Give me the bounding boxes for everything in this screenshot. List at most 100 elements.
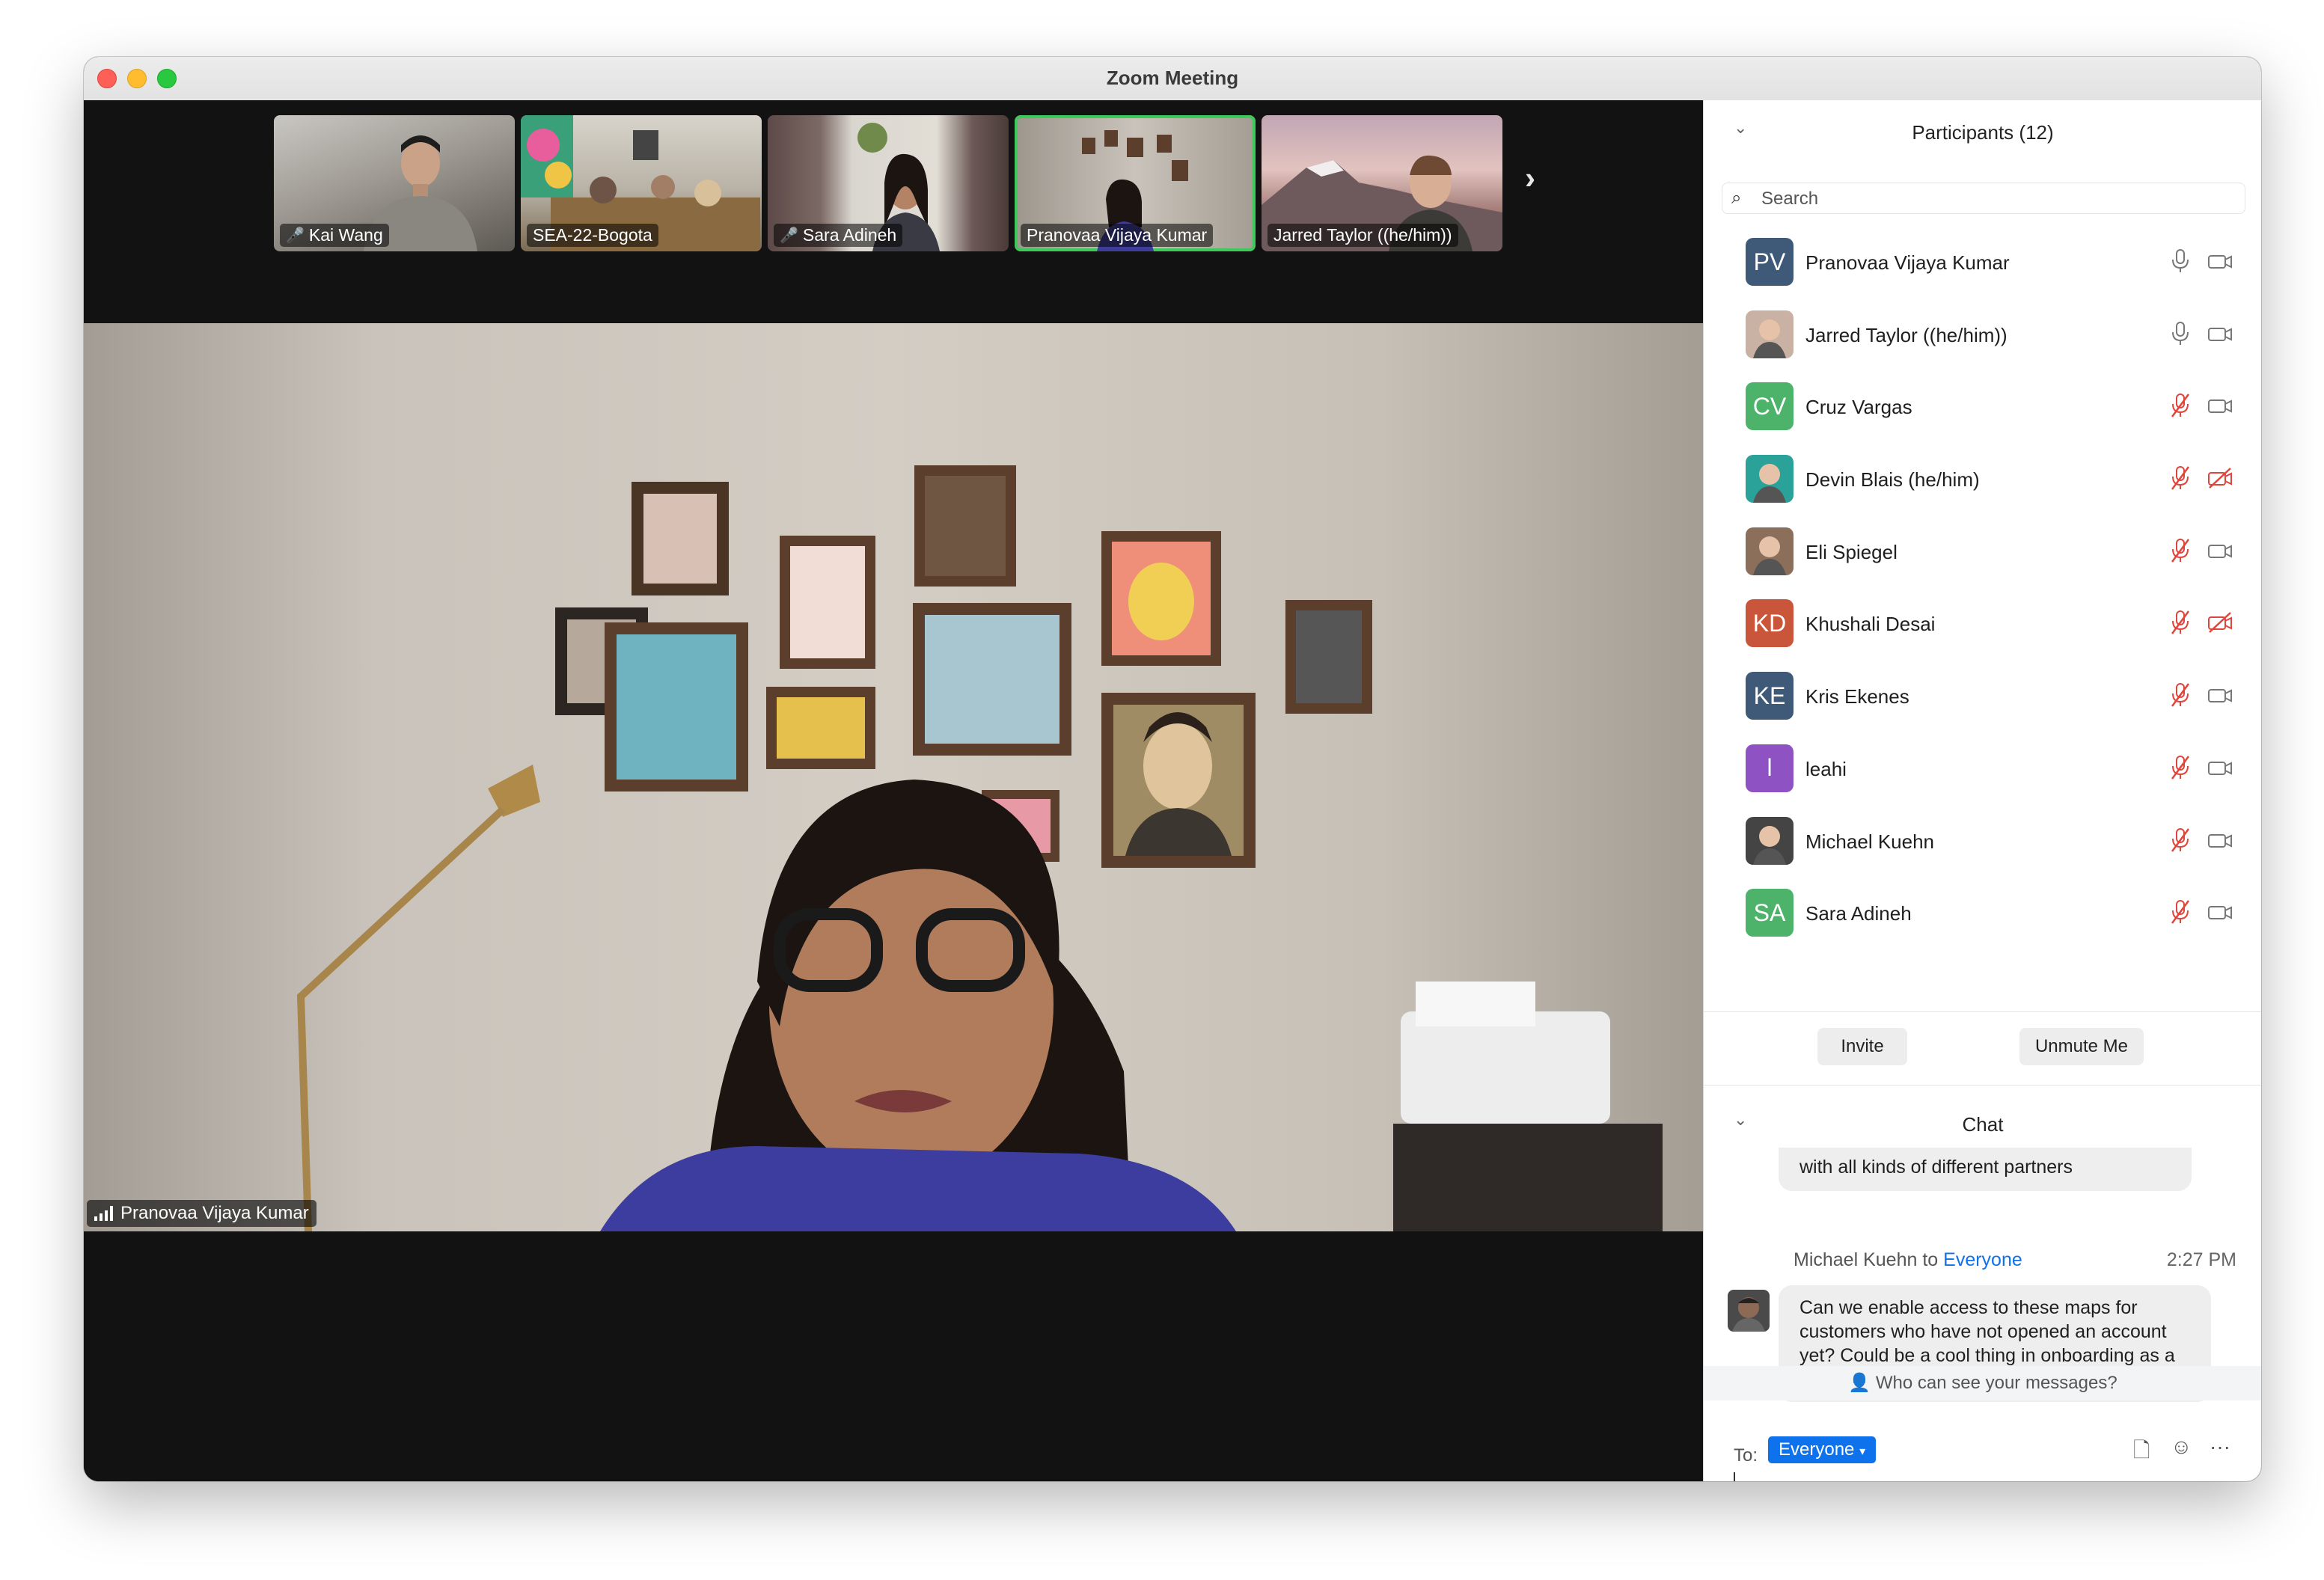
chat-message-bubble: with all kinds of different partners [1779, 1148, 2192, 1191]
thumbnail-name: Kai Wang [308, 225, 383, 245]
avatar: SA [1746, 889, 1794, 937]
thumbnail-name: Pranovaa Vijaya Kumar [1027, 225, 1208, 245]
participant-name: leahi [1805, 757, 1847, 780]
participant-name: Devin Blais (he/him) [1805, 468, 1980, 492]
mic-muted-icon[interactable] [2169, 536, 2192, 565]
recipient-value: Everyone [1779, 1439, 1855, 1460]
avatar: CV [1746, 382, 1794, 431]
thumbnail-video[interactable]: 🎤 Kai Wang [274, 115, 515, 251]
video-off-icon[interactable] [2207, 467, 2233, 489]
mic-muted-icon[interactable] [2169, 464, 2192, 492]
avatar-image [1753, 464, 1786, 503]
participant-row[interactable]: Eli Spiegel [1704, 515, 2261, 588]
participant-row[interactable]: KE Kris Ekenes [1704, 660, 2261, 732]
participant-row[interactable]: SA Sara Adineh [1704, 877, 2261, 949]
participant-search[interactable]: ⌕ [1722, 183, 2245, 214]
active-speaker-label: Pranovaa Vijaya Kumar [87, 1200, 317, 1227]
thumbnail-label: 🎤 Sara Adineh [774, 224, 903, 247]
unmute-me-button[interactable]: Unmute Me [2019, 1028, 2144, 1065]
to-label: To: [1734, 1445, 1758, 1466]
participant-row[interactable]: KD Khushali Desai [1704, 587, 2261, 660]
video-icon[interactable] [2207, 901, 2233, 923]
avatar [1746, 455, 1794, 503]
video-icon[interactable] [2207, 756, 2233, 779]
participant-row[interactable]: Jarred Taylor ((he/him)) [1704, 298, 2261, 371]
emoji-icon[interactable]: ☺ [2171, 1435, 2192, 1459]
avatar: PV [1746, 238, 1794, 286]
participant-row[interactable]: Michael Kuehn [1704, 805, 2261, 878]
signal-strength-icon [94, 1206, 113, 1221]
participant-row[interactable]: CV Cruz Vargas [1704, 370, 2261, 443]
thumbnail-video[interactable]: Jarred Taylor ((he/him)) [1262, 115, 1502, 251]
avatar: l [1746, 744, 1794, 792]
avatar-image [1753, 536, 1786, 575]
chat-message-input[interactable] [1734, 1472, 2227, 1481]
participant-name: Eli Spiegel [1805, 540, 1898, 563]
thumbnail-label: 🎤 Kai Wang [280, 224, 389, 247]
participant-row[interactable]: l leahi [1704, 732, 2261, 805]
mic-muted-icon[interactable] [2169, 681, 2192, 709]
thumbnail-label: SEA-22-Bogota [527, 224, 658, 247]
chat-header: ⌄ Chat [1704, 1095, 2261, 1151]
thumbnail-name: Jarred Taylor ((he/him)) [1273, 225, 1452, 245]
avatar-image [1732, 1297, 1765, 1332]
participant-name: Cruz Vargas [1805, 396, 1912, 419]
participant-row[interactable]: PV Pranovaa Vijaya Kumar [1704, 226, 2261, 298]
video-icon[interactable] [2207, 684, 2233, 706]
avatar [1746, 816, 1794, 865]
avatar-image [1753, 319, 1786, 358]
thumbnail-name: Sara Adineh [802, 225, 897, 245]
mic-muted-icon[interactable] [2169, 826, 2192, 854]
mic-muted-icon[interactable] [2169, 391, 2192, 420]
video-icon[interactable] [2207, 394, 2233, 417]
chat-to-word: to [1922, 1249, 1939, 1270]
avatar: KE [1746, 672, 1794, 720]
video-icon[interactable] [2207, 250, 2233, 272]
video-icon[interactable] [2207, 539, 2233, 562]
video-icon[interactable] [2207, 829, 2233, 851]
thumbnail-name: SEA-22-Bogota [533, 225, 652, 245]
thumbnail-video[interactable]: SEA-22-Bogota [521, 115, 762, 251]
participant-name: Pranovaa Vijaya Kumar [1805, 251, 2010, 274]
thumbnail-label: Pranovaa Vijaya Kumar [1021, 224, 1214, 247]
thumbnail-video[interactable]: 🎤 Sara Adineh [768, 115, 1009, 251]
divider [1704, 1011, 2261, 1012]
participant-name: Sara Adineh [1805, 902, 1912, 925]
participant-name: Michael Kuehn [1805, 830, 1934, 853]
participant-row[interactable]: Devin Blais (he/him) [1704, 443, 2261, 515]
participant-name: Khushali Desai [1805, 613, 1936, 636]
window-title: Zoom Meeting [1106, 67, 1239, 89]
search-input[interactable] [1760, 186, 2227, 212]
recipient-dropdown[interactable]: Everyone ▾ [1768, 1436, 1877, 1463]
divider [1704, 1085, 2261, 1086]
mic-icon[interactable] [2169, 319, 2192, 348]
avatar [1728, 1290, 1770, 1332]
active-speaker-name: Pranovaa Vijaya Kumar [120, 1203, 309, 1223]
mic-muted-icon: 🎤 [780, 227, 798, 244]
mic-muted-icon[interactable] [2169, 898, 2192, 926]
chat-sender-line: Michael Kuehn to Everyone [1794, 1249, 2022, 1271]
who-can-see-link[interactable]: 👤 Who can see your messages? [1704, 1366, 2261, 1400]
video-area: 🎤 Kai Wang SEA-22-Bogota 🎤 Sara Adineh P… [84, 100, 1703, 1481]
video-off-icon[interactable] [2207, 611, 2233, 634]
chevron-right-icon[interactable]: › [1525, 160, 1535, 196]
mic-muted-icon[interactable] [2169, 608, 2192, 637]
video-icon[interactable] [2207, 322, 2233, 345]
avatar [1746, 527, 1794, 575]
speaker-video-image [296, 465, 1663, 1231]
active-speaker-video: Pranovaa Vijaya Kumar [84, 323, 1703, 1231]
chat-title: Chat [1962, 1113, 2004, 1136]
file-icon[interactable]: 🗋 [2133, 1435, 2150, 1471]
mic-icon[interactable] [2169, 247, 2192, 275]
mic-muted-icon[interactable] [2169, 753, 2192, 782]
who-can-see-text: Who can see your messages? [1875, 1373, 2117, 1393]
thumbnail-label: Jarred Taylor ((he/him)) [1268, 224, 1458, 247]
participant-name: Kris Ekenes [1805, 685, 1909, 708]
participant-list: PV Pranovaa Vijaya Kumar Jarred Taylor ((h… [1704, 226, 2261, 949]
thumbnail-video-active[interactable]: Pranovaa Vijaya Kumar [1015, 115, 1256, 251]
more-options-icon[interactable]: ··· [2210, 1435, 2230, 1459]
invite-button[interactable]: Invite [1817, 1028, 1907, 1065]
side-panel: ⌄ Participants (12) ⌕ PV Pranovaa Vijaya … [1703, 100, 2261, 1481]
participants-header: ⌄ Participants (12) [1704, 100, 2261, 156]
chat-sender-name: Michael Kuehn [1794, 1249, 1918, 1270]
